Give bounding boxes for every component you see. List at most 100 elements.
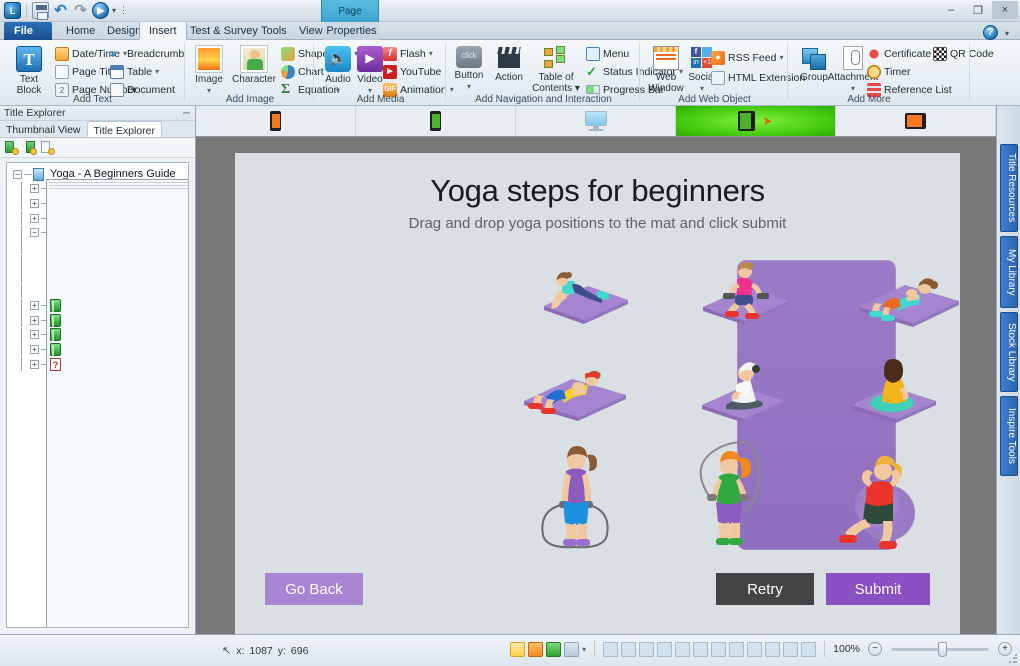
expand-icon[interactable]: + [30, 330, 39, 339]
redo-icon[interactable]: ↷ [72, 2, 89, 19]
distribute-horizontal-icon[interactable] [711, 642, 726, 657]
tree-node[interactable]: Know Your Limits [7, 284, 188, 299]
qr-code-button[interactable]: QR Code [933, 45, 994, 62]
tab-title-explorer[interactable]: Title Explorer [87, 121, 162, 137]
resize-grip[interactable] [1008, 654, 1018, 664]
collapse-icon[interactable]: − [13, 170, 22, 179]
add-section-icon[interactable] [22, 140, 37, 155]
chevron-down-icon[interactable]: ▾ [429, 49, 433, 58]
table-button[interactable]: Table ▾ [110, 63, 159, 80]
go-back-button[interactable]: Go Back [265, 573, 363, 605]
add-page-icon[interactable] [40, 140, 55, 155]
help-caret-icon[interactable]: ▾ [1005, 29, 1009, 38]
bring-to-front-icon[interactable] [765, 642, 780, 657]
flash-button[interactable]: f Flash ▾ [383, 45, 433, 62]
pose-jump-rope-purple[interactable] [535, 443, 617, 554]
align-left-icon[interactable] [603, 642, 618, 657]
maximize-button[interactable]: ❐ [965, 1, 991, 19]
tab-thumbnail-view[interactable]: Thumbnail View [0, 121, 87, 137]
table-of-contents-button[interactable]: Table of Contents ▾ [527, 46, 585, 94]
toc-label-line2[interactable]: Contents ▾ [532, 83, 580, 94]
align-middle-vertical-icon[interactable] [675, 642, 690, 657]
device-desktop[interactable] [516, 106, 676, 136]
minimize-button[interactable]: – [938, 1, 964, 19]
tab-inspire-tools[interactable]: Inspire Tools [1000, 396, 1018, 476]
expand-icon[interactable]: + [30, 214, 39, 223]
menu-button[interactable]: Menu [586, 45, 629, 62]
app-orb-icon[interactable] [4, 2, 21, 19]
image-button[interactable]: Image ▾ [188, 46, 230, 96]
group-objects-icon[interactable] [801, 642, 816, 657]
zoom-slider-thumb[interactable] [938, 642, 947, 657]
device-phone-portrait[interactable] [196, 106, 356, 136]
chevron-down-icon[interactable]: ▾ [700, 84, 704, 93]
rss-feed-button[interactable]: ● RSS Feed ▾ [711, 49, 783, 66]
expand-icon[interactable]: + [30, 316, 39, 325]
mode-button-group: ▾ [510, 642, 586, 657]
publish-icon[interactable] [92, 2, 109, 19]
align-center-horizontal-icon[interactable] [621, 642, 636, 657]
device-tablet-landscape[interactable] [836, 106, 996, 136]
tab-properties[interactable]: Properties [324, 22, 379, 40]
run-mode-icon[interactable] [546, 642, 561, 657]
same-size-icon[interactable] [747, 642, 762, 657]
preview-mode-icon[interactable] [528, 642, 543, 657]
certificate-button[interactable]: Certificate [867, 45, 931, 62]
expand-icon[interactable]: + [30, 345, 39, 354]
page-canvas[interactable]: Yoga steps for beginners Drag and drop y… [235, 153, 960, 634]
align-top-icon[interactable] [657, 642, 672, 657]
help-icon[interactable]: ? [983, 25, 998, 40]
page-context-tab[interactable]: Page [321, 0, 379, 22]
expand-icon[interactable]: + [30, 301, 39, 310]
tab-my-library[interactable]: My Library [1000, 236, 1018, 308]
preview-play-icon[interactable]: ➤ [762, 114, 772, 128]
timer-button[interactable]: Timer [867, 63, 910, 80]
close-button[interactable]: × [992, 1, 1018, 19]
chevron-down-icon[interactable]: ▾ [467, 82, 471, 91]
pose-seated-meditation-back[interactable] [840, 351, 946, 430]
tab-title-resources[interactable]: Title Resources [1000, 144, 1018, 232]
pose-jump-rope-green[interactable] [683, 438, 771, 553]
align-bottom-icon[interactable] [693, 642, 708, 657]
breadcrumb-button[interactable]: » Breadcrumb [110, 45, 184, 62]
youtube-button[interactable]: ▶ YouTube [383, 63, 441, 80]
page-button-row: Go Back Retry Submit [235, 573, 960, 605]
canvas-workspace[interactable]: Yoga steps for beginners Drag and drop y… [196, 137, 996, 634]
device-phone-landscape[interactable] [356, 106, 516, 136]
text-block-button[interactable]: T Text Block [8, 46, 50, 96]
undo-icon[interactable]: ↶ [52, 2, 69, 19]
pose-lunge-dumbbells[interactable] [685, 245, 797, 330]
tab-file[interactable]: File [4, 22, 52, 40]
chevron-down-icon[interactable]: ▾ [779, 53, 783, 62]
send-to-back-icon[interactable] [783, 642, 798, 657]
distribute-vertical-icon[interactable] [729, 642, 744, 657]
mode-caret-icon[interactable]: ▾ [582, 645, 586, 654]
pose-seated-meditation-side[interactable] [690, 349, 792, 430]
expand-icon[interactable]: + [30, 360, 39, 369]
device-tablet-portrait[interactable]: ➤ [676, 106, 836, 136]
action-button[interactable]: Action [488, 46, 530, 83]
pose-exercise-ball[interactable] [831, 445, 927, 552]
pose-situp[interactable] [845, 261, 965, 330]
tab-stock-library[interactable]: Stock Library [1000, 312, 1018, 392]
zoom-slider[interactable] [891, 648, 989, 651]
align-right-icon[interactable] [639, 642, 654, 657]
pose-upward-dog[interactable] [510, 258, 632, 329]
zoom-out-button[interactable]: − [868, 642, 882, 656]
title-explorer-tree[interactable]: −Yoga - A Beginners Guide+Introductions+… [6, 162, 189, 628]
pose-crunch[interactable] [510, 353, 632, 426]
chevron-down-icon[interactable]: ▾ [155, 67, 159, 76]
expand-icon[interactable]: + [30, 184, 39, 193]
retry-button[interactable]: Retry [716, 573, 814, 605]
button-button[interactable]: click Button ▾ [447, 46, 491, 92]
submit-button[interactable]: Submit [826, 573, 930, 605]
save-icon[interactable] [32, 2, 49, 19]
expand-icon[interactable]: + [30, 199, 39, 208]
edit-mode-icon[interactable] [510, 642, 525, 657]
add-chapter-icon[interactable] [4, 140, 19, 155]
chevron-down-icon[interactable]: ▾ [851, 84, 855, 93]
publish-mode-icon[interactable] [564, 642, 579, 657]
pin-icon[interactable]: ⎓ [183, 108, 190, 119]
collapse-icon[interactable]: − [30, 228, 39, 237]
character-button[interactable]: Character [228, 46, 280, 85]
